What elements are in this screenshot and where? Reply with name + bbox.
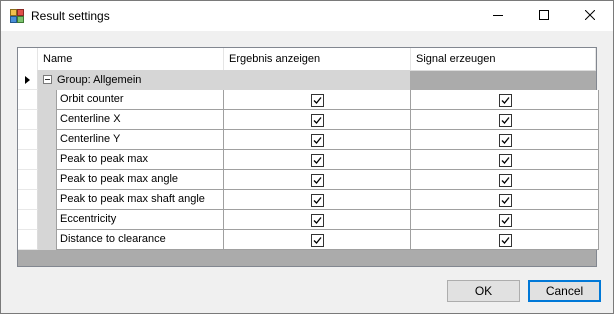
group-indent (38, 150, 56, 170)
collapse-group-icon[interactable] (43, 75, 52, 84)
table-row[interactable]: Centerline Y (18, 130, 599, 150)
row-header[interactable] (18, 130, 38, 150)
create-signal-cell[interactable] (411, 90, 599, 110)
row-header-corner[interactable] (18, 48, 38, 70)
show-result-cell[interactable] (224, 150, 411, 170)
create-signal-checkbox[interactable] (499, 194, 512, 207)
title-bar[interactable]: Result settings (1, 1, 613, 31)
name-cell[interactable]: Centerline Y (56, 130, 224, 150)
show-result-checkbox[interactable] (311, 174, 324, 187)
show-result-cell[interactable] (224, 190, 411, 210)
table-row[interactable]: Centerline X (18, 110, 599, 130)
result-settings-grid[interactable]: Name Ergebnis anzeigen Signal erzeugen G… (17, 47, 599, 267)
create-signal-checkbox[interactable] (499, 174, 512, 187)
create-signal-checkbox[interactable] (499, 214, 512, 227)
minimize-icon (493, 10, 503, 23)
row-header[interactable] (18, 90, 38, 110)
create-signal-cell[interactable] (411, 170, 599, 190)
settings-window-icon (10, 9, 24, 23)
group-indent (38, 170, 56, 190)
grid-body: Name Ergebnis anzeigen Signal erzeugen G… (18, 48, 599, 266)
group-indent (38, 90, 56, 110)
name-cell[interactable]: Peak to peak max shaft angle (56, 190, 224, 210)
ok-button[interactable]: OK (447, 280, 520, 302)
name-cell[interactable]: Orbit counter (56, 90, 224, 110)
row-header[interactable] (18, 170, 38, 190)
maximize-button[interactable] (521, 1, 567, 31)
cancel-button[interactable]: Cancel (528, 280, 601, 302)
create-signal-cell[interactable] (411, 210, 599, 230)
row-header[interactable] (18, 110, 38, 130)
create-signal-cell[interactable] (411, 190, 599, 210)
maximize-icon (539, 9, 549, 23)
show-result-checkbox[interactable] (311, 134, 324, 147)
name-cell[interactable]: Peak to peak max angle (56, 170, 224, 190)
show-result-cell[interactable] (224, 230, 411, 250)
row-header[interactable] (18, 190, 38, 210)
row-header[interactable] (18, 70, 38, 90)
create-signal-checkbox[interactable] (499, 94, 512, 107)
show-result-checkbox[interactable] (311, 214, 324, 227)
table-row[interactable]: Peak to peak max angle (18, 170, 599, 190)
window-title: Result settings (31, 9, 110, 23)
show-result-checkbox[interactable] (311, 94, 324, 107)
create-signal-cell[interactable] (411, 230, 599, 250)
column-header-create-signal[interactable]: Signal erzeugen (411, 48, 596, 70)
row-header[interactable] (18, 210, 38, 230)
name-cell[interactable]: Peak to peak max (56, 150, 224, 170)
group-label: Group: Allgemein (57, 74, 142, 86)
group-indent (38, 190, 56, 210)
create-signal-checkbox[interactable] (499, 234, 512, 247)
row-header[interactable] (18, 150, 38, 170)
group-row[interactable]: Group: Allgemein (18, 70, 596, 90)
create-signal-checkbox[interactable] (499, 134, 512, 147)
table-row[interactable]: Orbit counter (18, 90, 599, 110)
result-settings-window: Result settings Name Ergebnis anzeigen S… (0, 0, 614, 314)
grid-header: Name Ergebnis anzeigen Signal erzeugen (18, 48, 596, 71)
show-result-checkbox[interactable] (311, 194, 324, 207)
show-result-cell[interactable] (224, 90, 411, 110)
show-result-cell[interactable] (224, 130, 411, 150)
name-cell[interactable]: Centerline X (56, 110, 224, 130)
create-signal-cell[interactable] (411, 150, 599, 170)
name-cell[interactable]: Eccentricity (56, 210, 224, 230)
row-header[interactable] (18, 230, 38, 250)
create-signal-checkbox[interactable] (499, 114, 512, 127)
minimize-button[interactable] (475, 1, 521, 31)
table-row[interactable]: Eccentricity (18, 210, 599, 230)
close-icon (584, 9, 596, 23)
create-signal-cell[interactable] (411, 130, 599, 150)
current-row-arrow-icon (25, 76, 30, 84)
show-result-cell[interactable] (224, 110, 411, 130)
table-row[interactable]: Distance to clearance (18, 230, 599, 250)
name-cell[interactable]: Distance to clearance (56, 230, 224, 250)
create-signal-checkbox[interactable] (499, 154, 512, 167)
group-indent (38, 130, 56, 150)
close-button[interactable] (567, 1, 613, 31)
table-row[interactable]: Peak to peak max shaft angle (18, 190, 599, 210)
show-result-checkbox[interactable] (311, 234, 324, 247)
create-signal-cell[interactable] (411, 110, 599, 130)
column-header-name[interactable]: Name (38, 48, 224, 70)
show-result-cell[interactable] (224, 210, 411, 230)
show-result-checkbox[interactable] (311, 154, 324, 167)
table-row[interactable]: Peak to peak max (18, 150, 599, 170)
group-indent (38, 230, 56, 250)
group-indent (38, 210, 56, 230)
column-header-show-result[interactable]: Ergebnis anzeigen (224, 48, 411, 70)
group-indent (38, 110, 56, 130)
show-result-checkbox[interactable] (311, 114, 324, 127)
show-result-cell[interactable] (224, 170, 411, 190)
